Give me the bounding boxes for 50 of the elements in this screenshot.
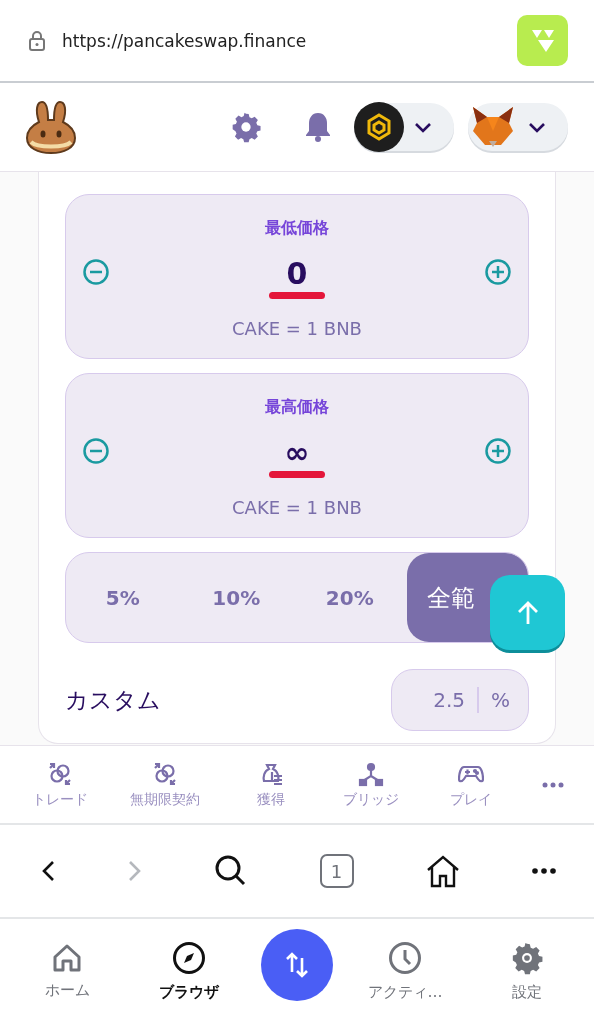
nav-item[interactable]: ブリッジ	[343, 790, 400, 809]
swap-arrows-icon	[284, 950, 310, 980]
bunny-logo[interactable]	[25, 100, 77, 154]
swap-icon[interactable]	[47, 760, 74, 787]
back-icon[interactable]	[40, 859, 56, 883]
price-label: 最低価格	[265, 218, 329, 240]
nav-item[interactable]: プレイ	[450, 790, 493, 809]
underline-mark	[269, 471, 325, 478]
nav-item[interactable]: 獲得	[256, 790, 285, 809]
tab[interactable]: 設定	[477, 940, 577, 1002]
home-icon	[52, 942, 82, 973]
more-icon[interactable]	[531, 868, 556, 874]
bell-icon[interactable]	[304, 111, 332, 143]
price-value[interactable]: 0	[286, 258, 308, 290]
swap-icon[interactable]	[152, 760, 179, 787]
tab[interactable]: ブラウザ	[139, 940, 239, 1002]
minus-icon[interactable]	[82, 258, 110, 287]
wallet-selector[interactable]	[468, 103, 568, 151]
price-unit: CAKE = 1 BNB	[232, 496, 362, 518]
url-text[interactable]: https://pancakeswap.finance	[62, 30, 501, 51]
bridge-icon[interactable]	[358, 760, 385, 787]
nav-item[interactable]: トレード	[32, 790, 89, 809]
custom-label: カスタム	[65, 685, 161, 715]
chevron-down-icon	[528, 121, 546, 133]
tab[interactable]: ホーム	[17, 942, 117, 1000]
price-value[interactable]: ∞	[284, 437, 310, 469]
lock-icon	[28, 29, 46, 52]
price-label: 最高価格	[265, 397, 329, 419]
arrow-up-icon	[515, 599, 540, 626]
settings-icon	[510, 940, 544, 975]
network-selector[interactable]	[354, 103, 454, 151]
nav-item[interactable]: 無期限契約	[130, 790, 201, 809]
scroll-up-button[interactable]	[490, 575, 565, 650]
tab-count-button[interactable]: 1	[319, 854, 354, 888]
plus-icon[interactable]	[484, 437, 512, 466]
range-option[interactable]: 10%	[179, 553, 293, 642]
clock-icon	[388, 940, 422, 975]
underline-mark	[269, 292, 325, 299]
fox-icon	[470, 105, 516, 149]
custom-field[interactable]: 2.5 %	[391, 669, 529, 731]
settings-icon[interactable]	[230, 111, 262, 143]
range-option[interactable]: 全範	[426, 577, 475, 618]
chevron-down-icon	[414, 121, 432, 133]
price-unit: CAKE = 1 BNB	[232, 317, 362, 339]
range-option[interactable]: 20%	[293, 553, 407, 642]
plus-icon[interactable]	[484, 258, 512, 287]
compass-icon	[172, 940, 206, 975]
range-option[interactable]: 5%	[66, 553, 180, 642]
tab[interactable]: アクティ…	[355, 940, 455, 1002]
minus-icon[interactable]	[82, 437, 110, 466]
